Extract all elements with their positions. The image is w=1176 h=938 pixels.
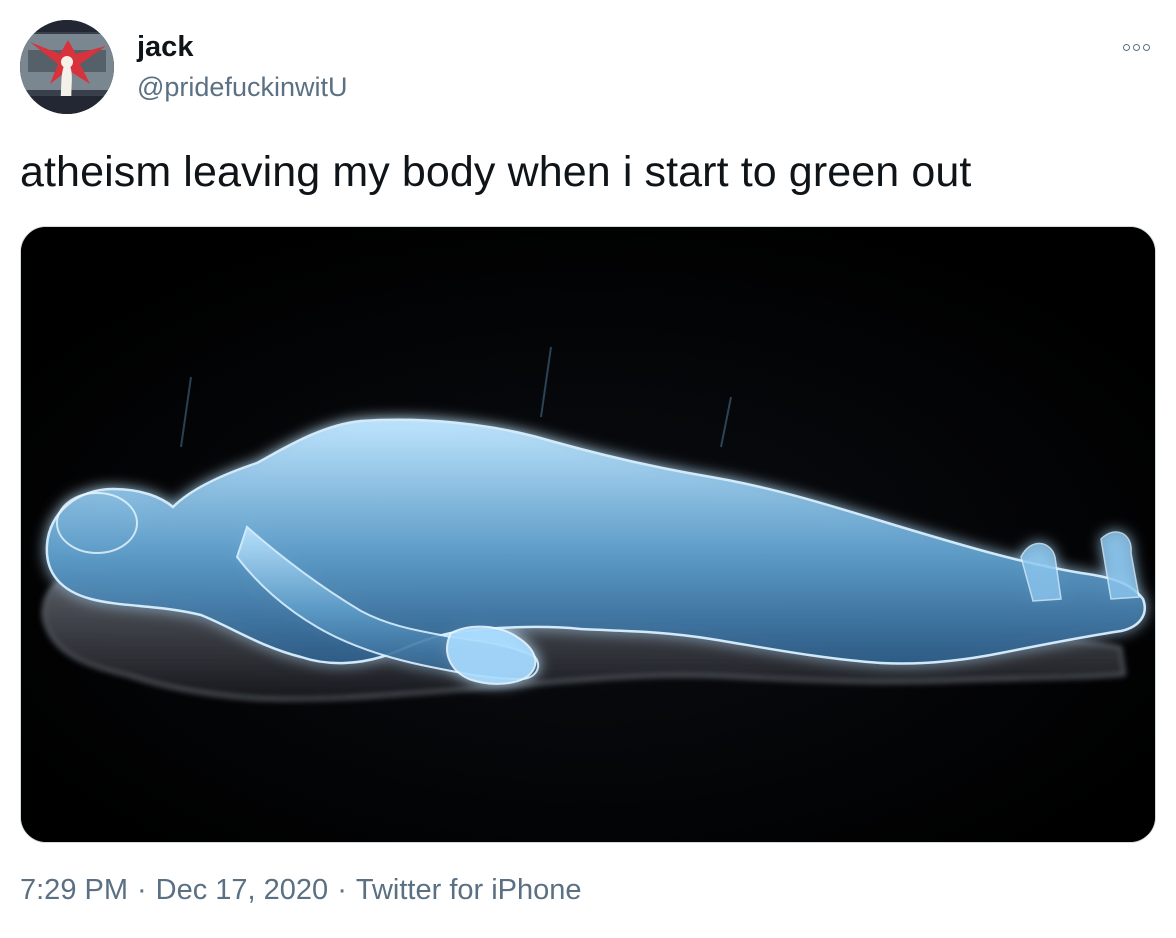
- user-handle[interactable]: @pridefuckinwitU: [137, 72, 347, 103]
- meta-separator: ·: [337, 874, 347, 906]
- tweet-text: atheism leaving my body when i start to …: [20, 148, 972, 196]
- tweet-date[interactable]: Dec 17, 2020: [156, 874, 329, 907]
- meta-separator: ·: [137, 874, 147, 906]
- avatar-image: [20, 20, 114, 114]
- tweet-time[interactable]: 7:29 PM: [20, 874, 128, 907]
- tweet-source[interactable]: Twitter for iPhone: [356, 874, 582, 907]
- astral-projection-image: [21, 227, 1155, 842]
- display-name[interactable]: jack: [137, 31, 193, 64]
- more-options-dot: [1132, 43, 1140, 51]
- avatar[interactable]: [20, 20, 114, 114]
- tweet-metadata: 7:29 PM · Dec 17, 2020 · Twitter for iPhone: [20, 874, 582, 907]
- tweet-card: jack @pridefuckinwitU atheism leaving my…: [0, 0, 1176, 938]
- more-options-button[interactable]: [1114, 36, 1158, 58]
- tweet-media[interactable]: [20, 226, 1156, 843]
- more-options-icon: [1122, 43, 1130, 51]
- more-options-dot: [1142, 43, 1150, 51]
